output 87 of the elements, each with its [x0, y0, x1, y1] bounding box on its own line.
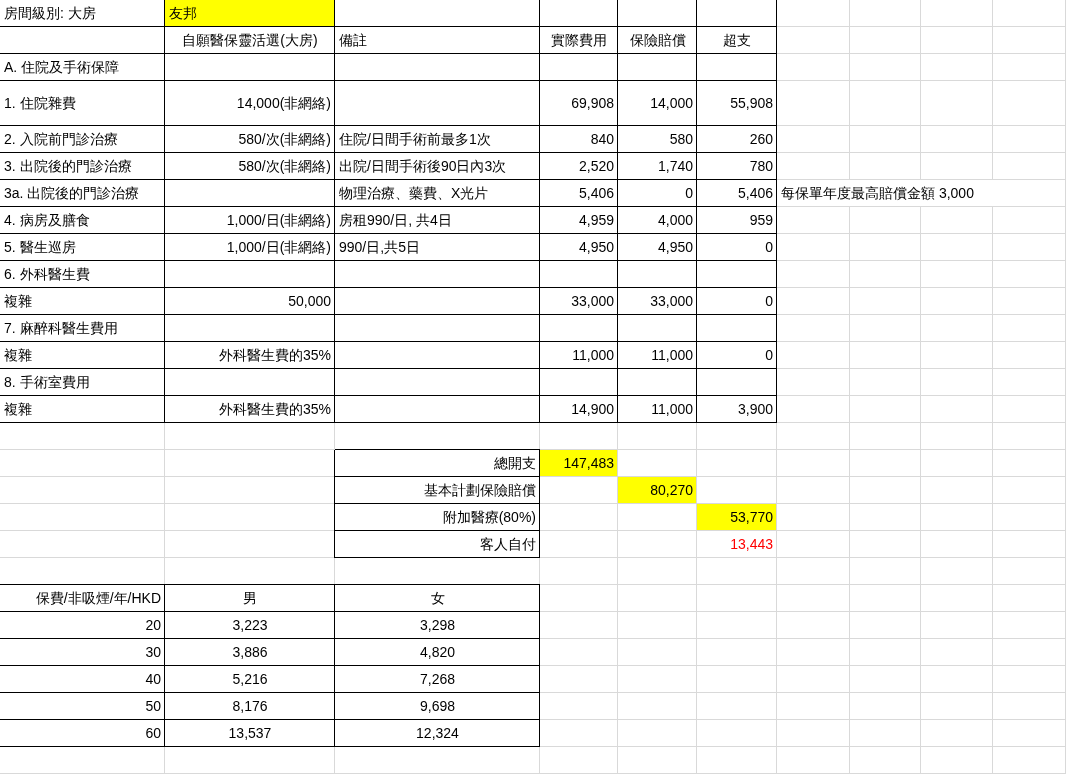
limit-cell-text: 外科醫生費的35% — [217, 346, 332, 365]
amount-cell-text: 2,520 — [577, 157, 615, 176]
column-header: 男 — [242, 589, 258, 608]
amount-cell-text: 4,950 — [577, 238, 615, 257]
amount-cell-text: 4,959 — [577, 211, 615, 230]
age-cell-text: 20 — [144, 616, 162, 635]
age-cell-text: 60 — [144, 724, 162, 743]
amount-cell-text: 959 — [748, 211, 774, 230]
premium-cell-text: 4,820 — [418, 643, 456, 662]
remark-cell-text: 出院/日間手術後90日內3次 — [338, 157, 508, 176]
summary-value: 13,443 — [730, 535, 773, 554]
amount-cell-text: 33,000 — [570, 292, 615, 311]
column-header: 超支 — [722, 31, 752, 50]
premium-cell-text: 9,698 — [418, 697, 456, 716]
column-header: 保險賠償 — [628, 31, 687, 50]
amount-cell-text: 11,000 — [571, 346, 615, 365]
premium-cell-text: 13,537 — [227, 724, 273, 743]
limit-cell-text: 1,000/日(非網絡) — [225, 211, 332, 230]
premium-cell-text: 3,886 — [231, 643, 269, 662]
amount-cell-text: 5,406 — [736, 184, 774, 203]
age-cell-text: 30 — [144, 643, 162, 662]
item-cell-text: 複雜 — [3, 346, 33, 365]
amount-cell-text: 580 — [668, 130, 694, 149]
remark-cell-text: 物理治療、藥費、X光片 — [338, 184, 490, 203]
amount-cell-text: 0 — [764, 346, 774, 365]
amount-cell-text: 0 — [764, 238, 774, 257]
amount-cell-text: 5,406 — [577, 184, 615, 203]
summary-value: 147,483 — [563, 454, 614, 473]
item-cell-text: 4. 病房及膳食 — [3, 211, 91, 230]
summary-label: 客人自付 — [479, 535, 537, 554]
column-header: 自願醫保靈活選(大房) — [181, 31, 319, 50]
amount-cell-text: 14,000 — [649, 94, 694, 113]
column-header: 女 — [429, 589, 446, 608]
amount-cell-text: 69,908 — [570, 94, 615, 113]
age-cell-text: 50 — [144, 697, 162, 716]
amount-cell-text: 1,740 — [656, 157, 694, 176]
summary-label: 基本計劃保險賠償 — [423, 481, 537, 500]
item-cell-text: A. 住院及手術保障 — [3, 58, 121, 77]
amount-cell-text: 840 — [589, 130, 615, 149]
item-cell-text: 3. 出院後的門診治療 — [3, 157, 133, 176]
amount-cell-text: 260 — [748, 130, 774, 149]
item-cell-text: 8. 手術室費用 — [3, 373, 91, 392]
side-note: 每保單年度最高賠償金額 3,000 — [780, 184, 975, 203]
limit-cell-text: 14,000(非網絡) — [235, 94, 332, 113]
premium-cell-text: 3,298 — [418, 616, 456, 635]
amount-cell-text: 11,000 — [650, 346, 694, 365]
premium-cell-text: 12,324 — [415, 724, 460, 743]
item-cell-text: 複雜 — [3, 292, 33, 311]
amount-cell-text: 0 — [684, 184, 694, 203]
summary-label: 附加醫療(80%) — [441, 508, 537, 527]
limit-cell-text: 580/次(非網絡) — [237, 157, 332, 176]
summary-value: 80,270 — [650, 481, 693, 500]
amount-cell-text: 14,900 — [570, 400, 615, 419]
premium-cell-text: 5,216 — [231, 670, 269, 689]
item-cell-text: 1. 住院雜費 — [3, 94, 77, 113]
amount-cell-text: 33,000 — [649, 292, 694, 311]
limit-cell-text: 外科醫生費的35% — [217, 400, 332, 419]
remark-cell-text: 房租990/日, 共4日 — [338, 211, 453, 230]
premium-cell-text: 8,176 — [231, 697, 269, 716]
amount-cell-text: 55,908 — [729, 94, 774, 113]
item-cell-text: 3a. 出院後的門診治療 — [3, 184, 141, 203]
column-header: 備註 — [338, 31, 368, 50]
room-class-label: 房間級別: 大房 — [3, 4, 97, 23]
limit-cell-text: 580/次(非網絡) — [237, 130, 332, 149]
limit-cell-text: 50,000 — [287, 292, 332, 311]
summary-value: 53,770 — [730, 508, 773, 527]
amount-cell-text: 3,900 — [736, 400, 774, 419]
item-cell-text: 2. 入院前門診治療 — [3, 130, 119, 149]
amount-cell-text: 4,950 — [656, 238, 694, 257]
age-cell-text: 40 — [144, 670, 162, 689]
remark-cell-text: 990/日,共5日 — [338, 238, 421, 257]
column-header: 實際費用 — [550, 31, 608, 50]
premium-cell-text: 7,268 — [418, 670, 456, 689]
item-cell-text: 複雜 — [3, 400, 33, 419]
amount-cell-text: 0 — [764, 292, 774, 311]
limit-cell-text: 1,000/日(非網絡) — [225, 238, 332, 257]
amount-cell-text: 4,000 — [656, 211, 694, 230]
premium-cell-text: 3,223 — [231, 616, 269, 635]
item-cell-text: 5. 醫生巡房 — [3, 238, 77, 257]
remark-cell-text: 住院/日間手術前最多1次 — [338, 130, 492, 149]
summary-label: 總開支 — [493, 454, 537, 473]
column-header: 保費/非吸煙/年/HKD — [34, 589, 162, 608]
amount-cell-text: 780 — [748, 157, 774, 176]
item-cell-text: 6. 外科醫生費 — [3, 265, 91, 284]
plan-name: 友邦 — [165, 0, 335, 27]
amount-cell-text: 11,000 — [650, 400, 694, 419]
item-cell-text: 7. 麻醉科醫生費用 — [3, 319, 119, 338]
